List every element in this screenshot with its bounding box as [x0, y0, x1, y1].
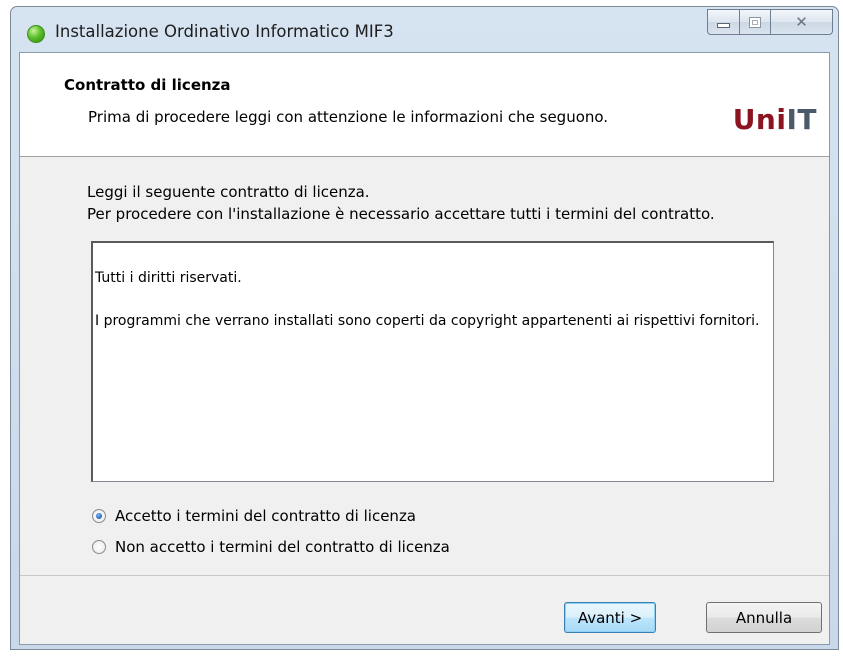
- accept-radio-button[interactable]: [92, 509, 106, 523]
- wizard-header: Contratto di licenza Prima di procedere …: [20, 53, 829, 157]
- accept-radio-label: Accetto i termini del contratto di licen…: [115, 507, 417, 525]
- decline-license-option[interactable]: Non accetto i termini del contratto di l…: [92, 538, 450, 556]
- logo-text-uni: Uni: [732, 103, 787, 136]
- license-paragraph: I programmi che verrano installati sono …: [95, 313, 760, 329]
- footer-divider: [20, 575, 829, 576]
- minimize-icon: [717, 22, 730, 28]
- wizard-client-area: Contratto di licenza Prima di procedere …: [19, 52, 830, 645]
- decline-radio-label: Non accetto i termini del contratto di l…: [115, 538, 450, 556]
- cancel-button[interactable]: Annulla: [706, 602, 822, 633]
- intro-text-line-2: Per procedere con l'installazione è nece…: [87, 205, 715, 223]
- title-bar[interactable]: Installazione Ordinativo Informatico MIF…: [11, 7, 838, 52]
- maximize-button[interactable]: [740, 9, 771, 35]
- accept-license-option[interactable]: Accetto i termini del contratto di licen…: [92, 507, 416, 525]
- app-icon: [27, 25, 45, 43]
- minimize-button[interactable]: [707, 9, 740, 35]
- page-title: Contratto di licenza: [64, 76, 231, 94]
- maximize-icon: [749, 16, 761, 28]
- window-title: Installazione Ordinativo Informatico MIF…: [55, 22, 394, 41]
- intro-text-line-1: Leggi il seguente contratto di licenza.: [87, 183, 370, 201]
- close-icon: ✕: [795, 13, 808, 31]
- page-subtitle: Prima di procedere leggi con attenzione …: [88, 108, 609, 126]
- license-text-area[interactable]: Tutti i diritti riservati. I programmi c…: [91, 241, 774, 482]
- decline-radio-button[interactable]: [92, 540, 106, 554]
- installer-window: Installazione Ordinativo Informatico MIF…: [10, 6, 839, 650]
- caption-buttons: ✕: [707, 9, 833, 37]
- license-paragraph: Tutti i diritti riservati.: [95, 270, 242, 286]
- close-button[interactable]: ✕: [771, 9, 833, 35]
- logo-text-it: IT: [786, 103, 817, 136]
- unilt-logo: UniIT: [733, 103, 817, 136]
- next-button[interactable]: Avanti >: [564, 602, 656, 633]
